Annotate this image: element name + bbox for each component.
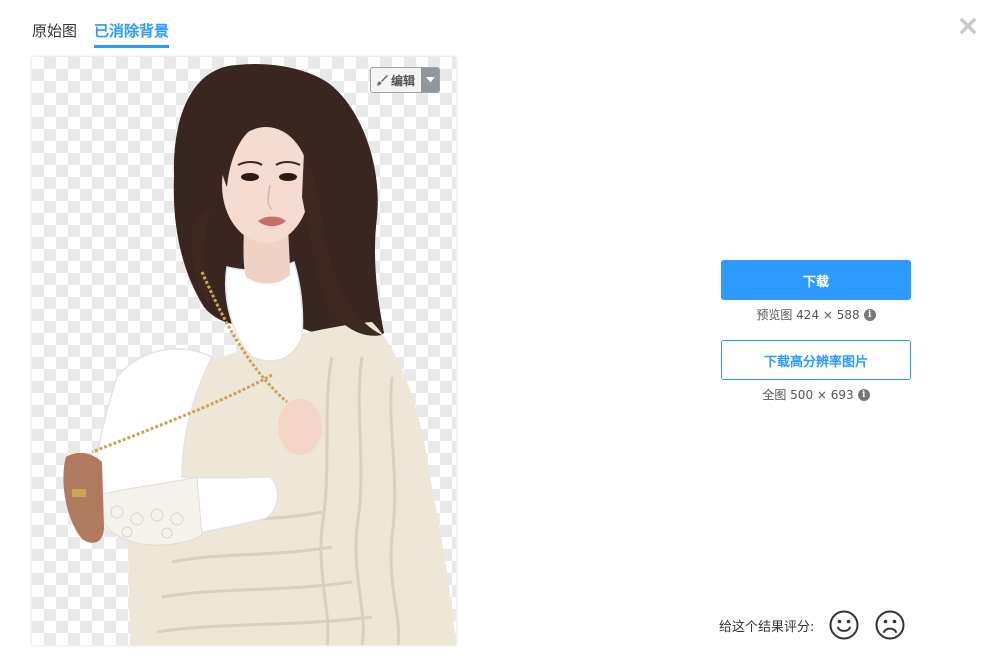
brush-icon xyxy=(376,75,388,86)
edit-dropdown-toggle[interactable] xyxy=(421,68,440,92)
full-size-value: 500 × 693 xyxy=(790,387,854,402)
frown-icon[interactable] xyxy=(874,609,906,641)
full-size-label: 全图 xyxy=(762,388,787,402)
smile-icon[interactable] xyxy=(828,609,860,641)
info-icon[interactable]: i xyxy=(863,308,876,321)
remove-bg-result-page: 原始图 已消除背景 编辑 下载 预览图 424 × 588 i 下载高分辨率图片… xyxy=(0,0,991,661)
full-size-info: 全图 500 × 693 i xyxy=(721,386,911,403)
result-preview: 编辑 xyxy=(32,57,456,645)
tab-removed-background[interactable]: 已消除背景 xyxy=(94,20,170,48)
edit-button-label: 编辑 xyxy=(391,73,416,88)
cutout-subject-image xyxy=(63,63,456,645)
close-icon xyxy=(960,18,976,34)
edit-control: 编辑 xyxy=(370,67,441,93)
close-button[interactable] xyxy=(957,15,979,37)
download-hd-button[interactable]: 下载高分辨率图片 xyxy=(721,340,911,380)
preview-size-label: 预览图 xyxy=(756,308,793,322)
rating-label: 给这个结果评分: xyxy=(719,619,815,635)
caret-down-icon xyxy=(425,77,435,83)
preview-size-value: 424 × 588 xyxy=(796,307,860,322)
preview-size-info: 预览图 424 × 588 i xyxy=(721,306,911,323)
edit-button[interactable]: 编辑 xyxy=(371,68,421,92)
info-icon[interactable]: i xyxy=(857,388,870,401)
download-button[interactable]: 下载 xyxy=(721,260,911,300)
view-tabs: 原始图 已消除背景 xyxy=(32,20,186,48)
tab-original[interactable]: 原始图 xyxy=(32,20,77,45)
result-rating: 给这个结果评分: xyxy=(719,609,920,641)
